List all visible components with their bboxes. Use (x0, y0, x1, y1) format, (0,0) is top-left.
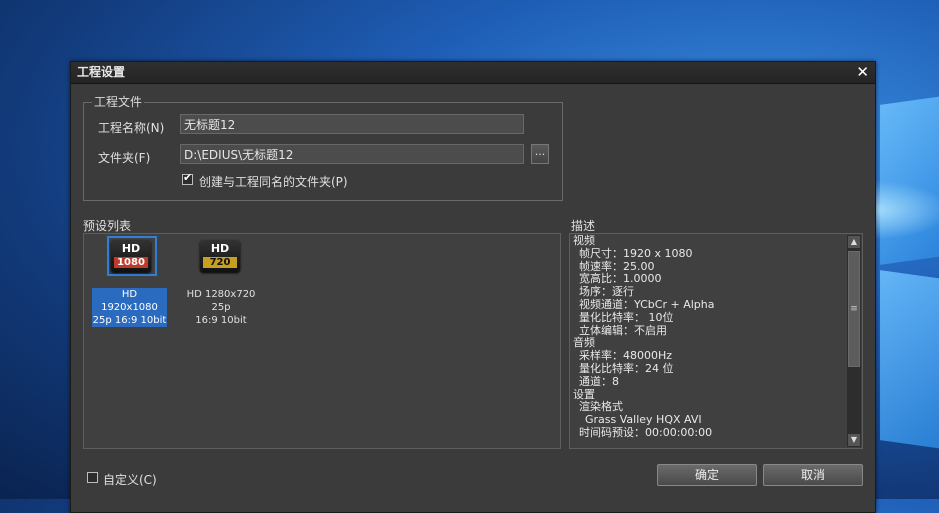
preset-caption: HD 1280x720 25p 16:9 10bit (176, 288, 266, 327)
hd-badge-resolution: 720 (203, 257, 237, 268)
desc-line: 量化比特率： 10位 (579, 310, 674, 324)
desc-line: 通道：8 (579, 374, 619, 388)
preset-list-label: 预设列表 (83, 219, 132, 233)
desktop-light-beam (870, 180, 939, 240)
hd-badge-resolution: 1080 (114, 257, 148, 268)
create-folder-checkbox[interactable]: ✔ (182, 171, 193, 185)
preset-list: HD 1080 HD 1920x1080 25p 16:9 10bit HD 7… (83, 233, 561, 449)
ok-button[interactable]: 确定 (657, 464, 757, 486)
project-name-label: 工程名称(N) (98, 121, 165, 135)
project-name-input[interactable]: 无标题12 (180, 114, 524, 134)
description-scrollbar[interactable]: ▲ ≡ ▼ (847, 235, 861, 447)
folder-label: 文件夹(F) (98, 151, 151, 165)
preset-caption-line2: 16:9 10bit (195, 315, 247, 326)
windows-logo-pane-bottom (880, 270, 939, 450)
preset-item-hd1080[interactable]: HD 1080 HD 1920x1080 25p 16:9 10bit (92, 234, 172, 327)
checkmark-icon: ✔ (183, 171, 193, 184)
scroll-down-icon[interactable]: ▼ (848, 434, 860, 446)
browse-folder-button[interactable]: ... (531, 144, 549, 164)
scroll-thumb[interactable]: ≡ (848, 251, 860, 367)
scroll-up-icon[interactable]: ▲ (848, 236, 860, 248)
hd720-preset-icon: HD 720 (196, 236, 246, 276)
preset-caption-line2: 25p 16:9 10bit (92, 315, 167, 326)
hd-badge-top: HD (210, 242, 230, 255)
custom-label: 自定义(C) (103, 473, 157, 487)
hd-badge: HD 1080 (111, 240, 151, 272)
desc-line: 量化比特率：24 位 (579, 361, 674, 375)
desc-line: 时间码预设：00:00:00:00 (579, 425, 713, 439)
dialog-titlebar: 工程设置 ✕ (71, 62, 875, 84)
hd1080-preset-icon: HD 1080 (107, 236, 157, 276)
folder-path-input[interactable]: D:\EDIUS\无标题12 (180, 144, 524, 164)
preset-caption-line1: HD 1920x1080 (101, 289, 158, 313)
preset-caption: HD 1920x1080 25p 16:9 10bit (92, 288, 167, 327)
create-folder-label: 创建与工程同名的文件夹(P) (199, 175, 348, 189)
description-panel: 视频 帧尺寸：1920 x 1080 帧速率：25.00 宽高比：1.0000 … (569, 233, 863, 449)
custom-checkbox[interactable] (87, 472, 98, 483)
close-icon[interactable]: ✕ (856, 62, 869, 83)
desc-line: 帧尺寸：1920 x 1080 (579, 246, 693, 260)
project-file-group: 工程文件 工程名称(N) 无标题12 文件夹(F) D:\EDIUS\无标题12… (83, 95, 563, 201)
cancel-button[interactable]: 取消 (763, 464, 863, 486)
hd-badge-top: HD (121, 242, 141, 255)
dialog-title: 工程设置 (77, 65, 126, 79)
preset-item-hd720[interactable]: HD 720 HD 1280x720 25p 16:9 10bit (176, 234, 266, 326)
description-text: 视频 帧尺寸：1920 x 1080 帧速率：25.00 宽高比：1.0000 … (573, 234, 715, 440)
description-label: 描述 (571, 219, 596, 233)
desc-line: 视频 (573, 234, 595, 247)
project-settings-dialog: 工程设置 ✕ 工程文件 工程名称(N) 无标题12 文件夹(F) D:\EDIU… (70, 61, 876, 513)
project-file-group-title: 工程文件 (92, 95, 145, 109)
preset-caption-line1: HD 1280x720 25p (186, 289, 256, 313)
desc-line: 视频通道：YCbCr + Alpha (579, 297, 715, 311)
hd-badge: HD 720 (200, 240, 240, 272)
